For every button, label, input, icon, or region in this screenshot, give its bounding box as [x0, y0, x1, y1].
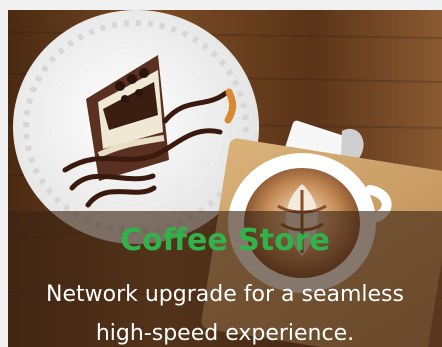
card-title: Coffee Store [120, 223, 330, 258]
coffee-store-card[interactable]: Coffee Store Network upgrade for a seaml… [8, 10, 442, 347]
card-subtitle: Network upgrade for a seamless high-spee… [46, 282, 404, 346]
